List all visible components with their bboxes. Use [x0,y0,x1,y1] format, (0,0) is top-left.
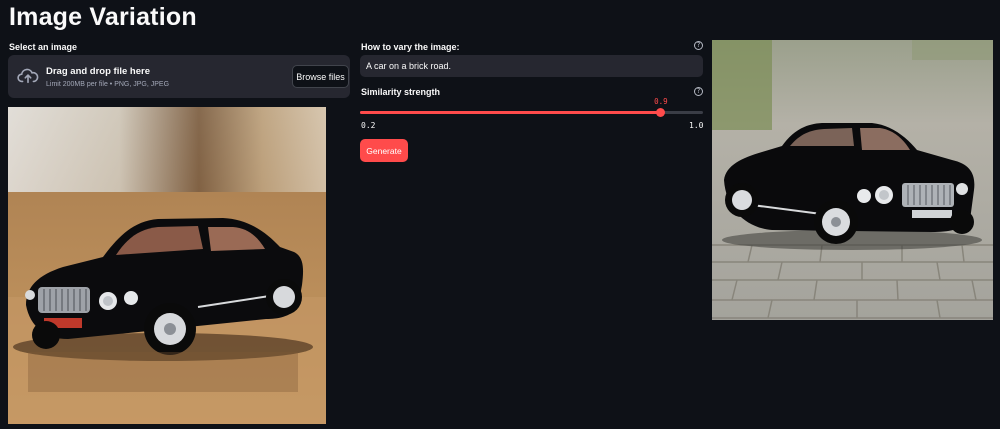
upload-cloud-icon [17,68,39,84]
page-title: Image Variation [9,3,197,31]
question-circle-icon[interactable]: ? [694,87,703,96]
slider-max-label: 1.0 [689,121,704,130]
prompt-label: How to vary the image: [361,42,460,52]
uploader-label: Select an image [9,42,78,52]
slider-thumb[interactable] [656,108,666,117]
slider-fill [360,111,661,114]
file-dropzone[interactable]: Drag and drop file here Limit 200MB per … [8,55,350,98]
similarity-slider[interactable]: 0.9 [360,97,703,117]
dropzone-title: Drag and drop file here [46,66,150,77]
slider-min-label: 0.2 [361,121,376,130]
browse-files-button[interactable]: Browse files [292,65,349,88]
output-car-image [712,40,993,320]
prompt-input[interactable]: A car on a brick road. [360,55,703,77]
generate-button[interactable]: Generate [360,139,408,162]
output-image [712,40,993,320]
input-car-image [8,107,326,424]
similarity-label: Similarity strength [361,87,441,97]
input-image [8,107,326,424]
question-circle-icon[interactable]: ? [694,41,703,50]
dropzone-limit: Limit 200MB per file • PNG, JPG, JPEG [46,81,170,88]
slider-current-value: 0.9 [654,97,668,106]
